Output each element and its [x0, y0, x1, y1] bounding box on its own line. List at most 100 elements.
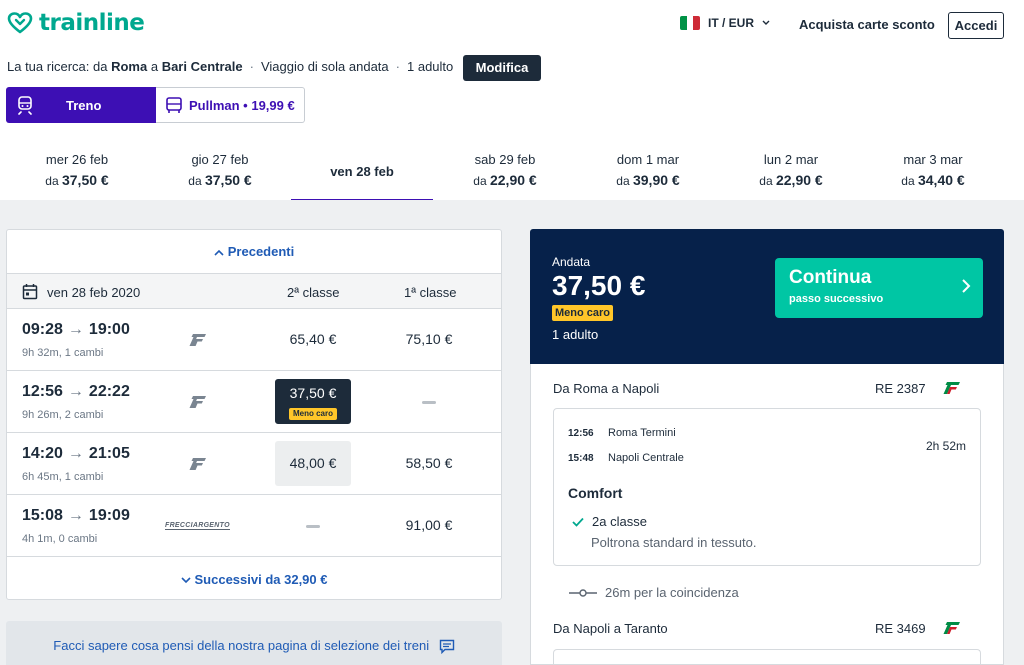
search-destination: Bari Centrale	[161, 59, 243, 74]
arrow-right-icon: →	[67, 507, 84, 524]
search-summary: La tua ricerca: da Roma a Bari Centrale …	[7, 59, 453, 74]
date-day: sab 29 feb	[474, 152, 536, 167]
feedback-link[interactable]: Facci sapere cosa pensi della nostra pag…	[6, 621, 502, 665]
departure-time: 15:08	[22, 507, 63, 524]
arrival-time: 22:22	[88, 383, 130, 400]
date-day: lun 2 mar	[763, 152, 819, 167]
login-button[interactable]: Accedi	[948, 12, 1004, 39]
first-class-price[interactable]: 75,10 €	[391, 317, 467, 362]
date-tab-3[interactable]: sab 29 feb da 22,90 €	[434, 140, 576, 202]
second-class-price-selected[interactable]: 37,50 € Meno caro	[275, 379, 351, 424]
date-selector: mer 26 feb da 37,50 € gio 27 feb da 37,5…	[6, 140, 1006, 202]
comfort-heading: Comfort	[568, 485, 623, 501]
tab-bus[interactable]: Pullman • 19,99 €	[156, 87, 305, 123]
date-price-line: da 39,90 €	[577, 172, 719, 188]
date-day: mar 3 mar	[903, 152, 963, 167]
date-day: gio 27 feb	[191, 152, 249, 167]
continue-button[interactable]: Continua passo successivo	[775, 258, 983, 318]
leg-title: Da Napoli a Taranto	[553, 621, 668, 636]
feedback-text: Facci sapere cosa pensi della nostra pag…	[53, 638, 430, 653]
col-second-class: 2ª classe	[287, 285, 340, 300]
passenger-count: 1 adulto	[552, 327, 599, 342]
date-tab-6[interactable]: mar 3 mar da 34,40 €	[862, 140, 1004, 202]
tab-train[interactable]: Treno	[6, 87, 156, 123]
bus-icon	[166, 97, 182, 113]
date-price: 22,90 €	[489, 172, 537, 188]
arrow-right-icon: →	[67, 445, 84, 462]
date-price-prefix: da	[759, 174, 773, 188]
journey-row[interactable]: 15:08 → 19:09 4h 1m, 0 cambi FRECCIARGENTO…	[7, 495, 501, 557]
heart-logo-icon	[7, 12, 33, 34]
journey-times: 15:08 → 19:09	[22, 507, 130, 525]
calendar-icon	[22, 284, 38, 300]
next-trains-link[interactable]: Successivi da 32,90 €	[7, 558, 501, 601]
journey-meta: 9h 26m, 2 cambi	[22, 409, 104, 421]
search-connector: a	[150, 59, 159, 74]
trenitalia-logo-icon	[943, 622, 960, 634]
dash-icon	[422, 400, 436, 404]
chevron-up-icon	[214, 249, 224, 256]
search-trip-type: Viaggio di sola andata	[260, 59, 389, 74]
edit-search-button[interactable]: Modifica	[463, 55, 541, 81]
trainline-logo[interactable]: trainline	[7, 10, 145, 36]
journey-times: 12:56 → 22:22	[22, 383, 130, 401]
search-origin: Roma	[111, 59, 148, 74]
date-price: 37,50 €	[204, 172, 252, 188]
italy-flag-icon	[680, 16, 700, 30]
journey-row[interactable]: 14:20 → 21:05 6h 45m, 1 cambi 48,00 € 58,5…	[7, 433, 501, 495]
journey-row[interactable]: 12:56 → 22:22 9h 26m, 2 cambi 37,50 € Meno…	[7, 371, 501, 433]
date-tab-0[interactable]: mer 26 feb da 37,50 €	[6, 140, 148, 202]
stop-station: Napoli Centrale	[608, 452, 684, 464]
locale-selector[interactable]: IT / EUR	[680, 16, 770, 30]
journey-meta: 4h 1m, 0 cambi	[22, 533, 98, 545]
tab-bus-label: Pullman • 19,99 €	[189, 98, 295, 113]
first-class-unavailable	[391, 379, 467, 424]
date-tab-1[interactable]: gio 27 feb da 37,50 €	[149, 140, 291, 202]
trenitalia-logo-icon	[189, 458, 206, 470]
buy-discount-cards-link[interactable]: Acquista carte sconto	[799, 17, 935, 32]
date-day: dom 1 mar	[616, 152, 680, 167]
total-price: 37,50 €	[552, 270, 646, 301]
arrow-right-icon: →	[67, 321, 84, 338]
departure-time: 14:20	[22, 445, 63, 462]
leg-details-card	[553, 649, 981, 665]
previous-trains-link[interactable]: Precedenti	[7, 230, 501, 273]
journey-row[interactable]: 09:28 → 19:00 9h 32m, 1 cambi 65,40 € 75,1…	[7, 309, 501, 371]
date-price-prefix: da	[473, 174, 487, 188]
cheapest-badge: Meno caro	[288, 408, 337, 420]
date-price-prefix: da	[188, 174, 202, 188]
connection-info: 26m per la coincidenza	[569, 585, 739, 600]
journey-details: Da Roma a Napoli RE 2387 12:56 Roma Termi…	[530, 364, 1004, 665]
date-tab-selected[interactable]: ven 28 feb	[291, 140, 433, 202]
journey-times: 14:20 → 21:05	[22, 445, 130, 463]
date-price: 39,90 €	[632, 172, 680, 188]
separator-dot: ·	[395, 59, 400, 74]
date-tab-5[interactable]: lun 2 mar da 22,90 €	[720, 140, 862, 202]
second-class-price[interactable]: 48,00 €	[275, 441, 351, 486]
train-code: RE 2387	[875, 381, 926, 396]
first-class-price[interactable]: 91,00 €	[391, 503, 467, 548]
continue-subtitle: passo successivo	[789, 293, 884, 305]
trenitalia-logo-icon	[189, 396, 206, 408]
journey-meta: 9h 32m, 1 cambi	[22, 347, 104, 359]
connection-text: 26m per la coincidenza	[605, 585, 739, 600]
leg-details-card: 12:56 Roma Termini 15:48 Napoli Centrale 2…	[553, 408, 981, 566]
date-price-prefix: da	[45, 174, 59, 188]
stop-time: 15:48	[568, 453, 594, 464]
class-description: Poltrona standard in tessuto.	[591, 535, 757, 550]
second-class-price[interactable]: 65,40 €	[275, 317, 351, 362]
arrival-stop: 15:48 Napoli Centrale	[568, 452, 684, 464]
class-name: 2a classe	[592, 514, 647, 529]
first-class-price[interactable]: 58,50 €	[391, 441, 467, 486]
search-passengers: 1 adulto	[407, 59, 454, 74]
date-price: 37,50 €	[61, 172, 109, 188]
dash-icon	[306, 524, 320, 528]
date-price-line: da 22,90 €	[720, 172, 862, 188]
date-tab-4[interactable]: dom 1 mar da 39,90 €	[577, 140, 719, 202]
date-price-prefix: da	[901, 174, 915, 188]
tab-train-label: Treno	[66, 98, 102, 113]
outbound-label: Andata	[552, 255, 591, 269]
trenitalia-logo-icon	[943, 382, 960, 394]
departure-stop: 12:56 Roma Termini	[568, 427, 676, 439]
chevron-down-icon	[180, 577, 191, 584]
